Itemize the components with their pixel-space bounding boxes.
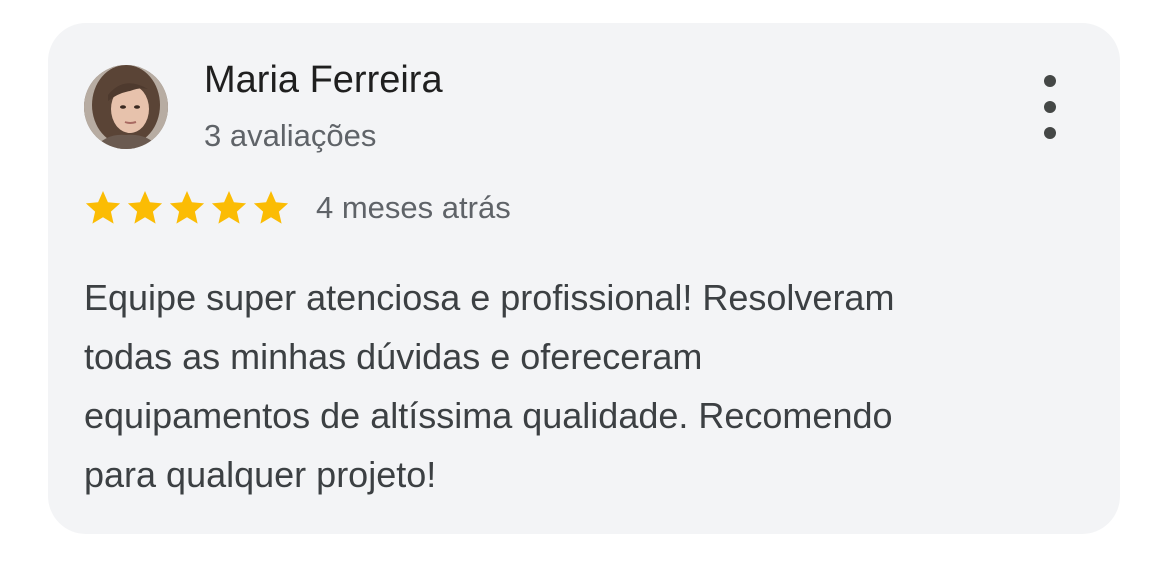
- star-icon: [252, 189, 290, 227]
- star-icon: [168, 189, 206, 227]
- avatar[interactable]: [84, 65, 168, 149]
- review-card: Maria Ferreira 3 avaliações 4 meses atrá…: [48, 23, 1120, 534]
- reviewer-reviews-count[interactable]: 3 avaliações: [204, 118, 376, 154]
- review-text-line: Equipe super atenciosa e profissional! R…: [84, 277, 895, 318]
- review-text-line: equipamentos de altíssima qualidade. Rec…: [84, 395, 893, 436]
- avatar-photo: [84, 65, 168, 149]
- more-options-button[interactable]: [1032, 75, 1068, 139]
- review-text: Equipe super atenciosa e profissional! R…: [84, 268, 1084, 504]
- star-icon: [126, 189, 164, 227]
- more-vertical-icon-dot: [1044, 101, 1056, 113]
- more-vertical-icon-dot: [1044, 75, 1056, 87]
- more-vertical-icon-dot: [1044, 127, 1056, 139]
- reviewer-name[interactable]: Maria Ferreira: [204, 59, 443, 102]
- star-icon: [210, 189, 248, 227]
- star-rating: [84, 189, 294, 227]
- review-time-ago: 4 meses atrás: [316, 190, 511, 225]
- rating-row: 4 meses atrás: [84, 186, 511, 230]
- review-text-line: para qualquer projeto!: [84, 454, 437, 495]
- review-text-line: todas as minhas dúvidas e ofereceram: [84, 336, 703, 377]
- star-icon: [84, 189, 122, 227]
